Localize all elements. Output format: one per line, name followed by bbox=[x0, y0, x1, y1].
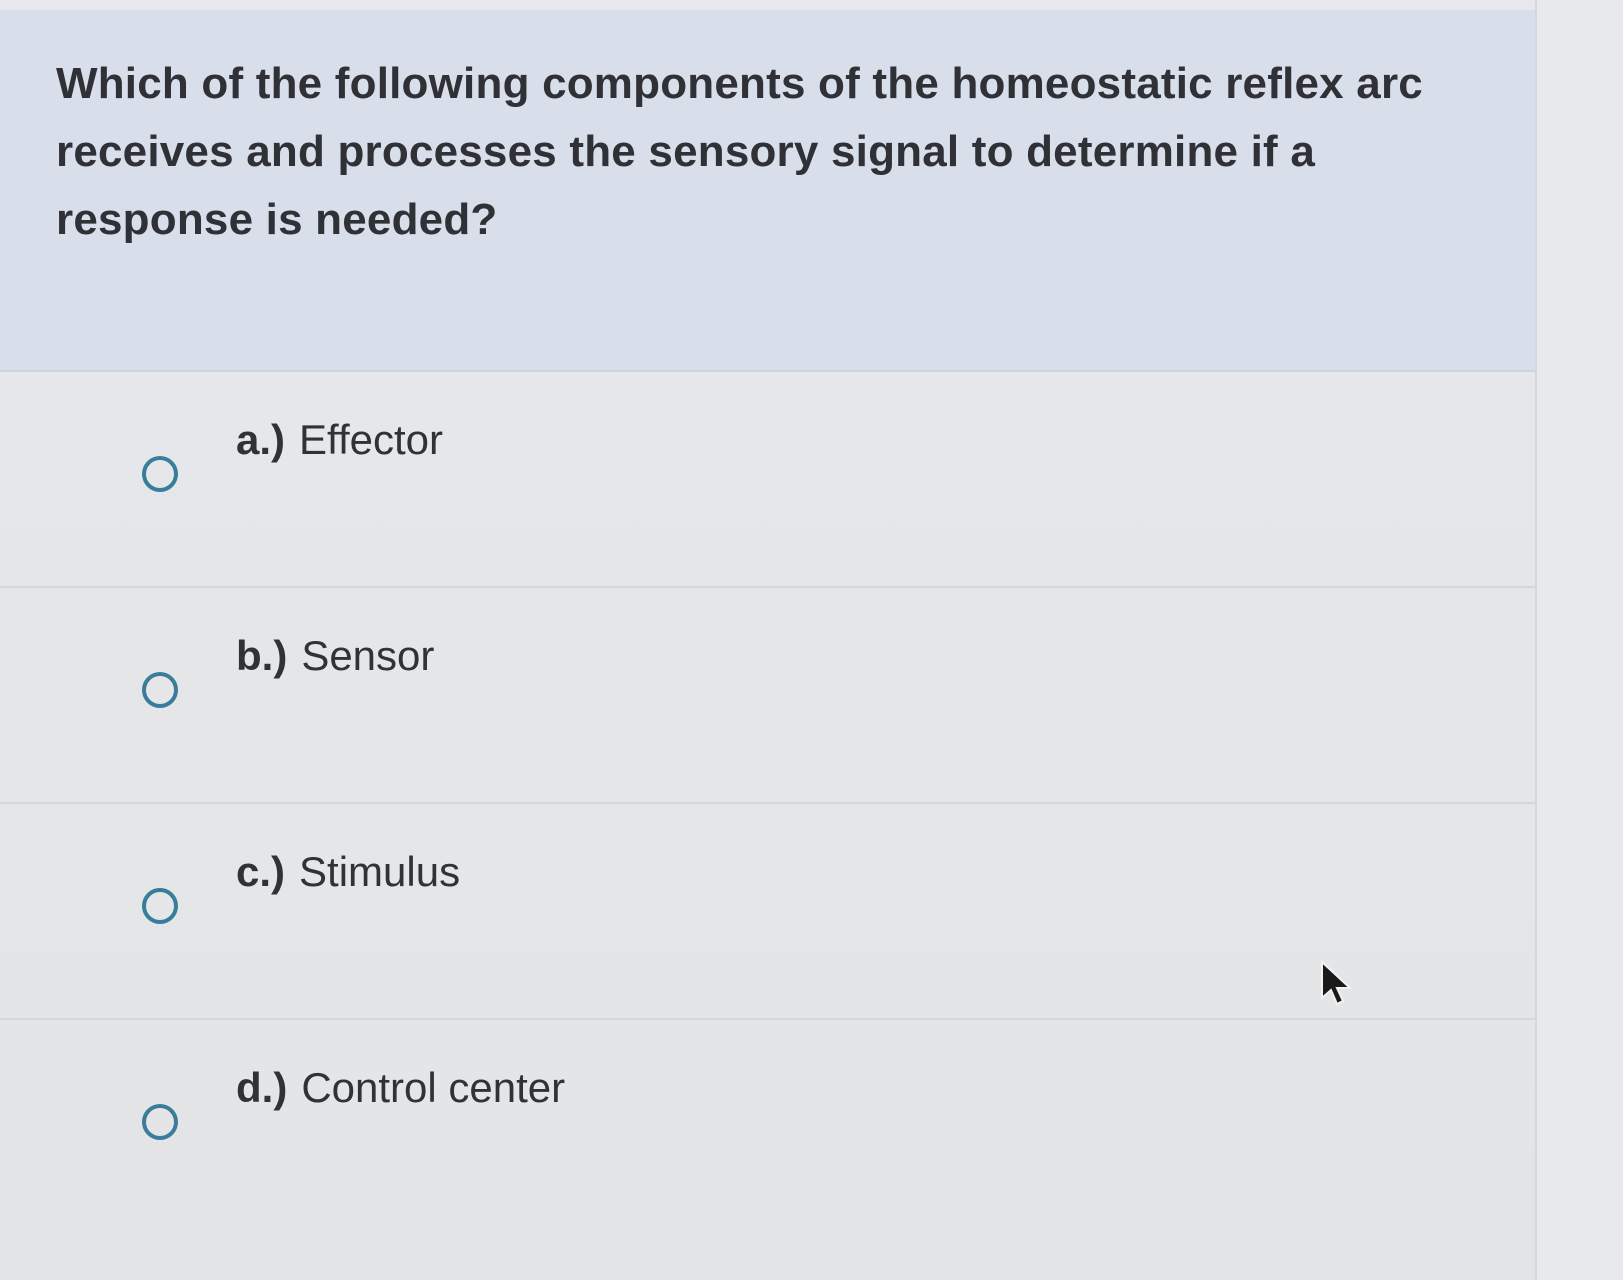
radio-unselected-icon[interactable] bbox=[142, 672, 178, 708]
quiz-page: Which of the following components of the… bbox=[0, 0, 1623, 1280]
answer-option-label: c.) Stimulus bbox=[236, 848, 460, 896]
answer-option-label: d.) Control center bbox=[236, 1064, 565, 1112]
radio-unselected-icon[interactable] bbox=[142, 888, 178, 924]
answer-option-letter: c.) bbox=[236, 848, 286, 895]
answer-option-label: b.) Sensor bbox=[236, 632, 434, 680]
answer-option-a[interactable]: a.) Effector bbox=[0, 372, 1535, 588]
question-text: Which of the following components of the… bbox=[56, 59, 1423, 244]
mouse-pointer-icon bbox=[1321, 960, 1353, 1006]
answer-option-text: Sensor bbox=[301, 632, 435, 679]
answer-option-label: a.) Effector bbox=[236, 416, 443, 464]
answer-option-d[interactable]: d.) Control center bbox=[0, 1020, 1535, 1280]
answer-option-text: Effector bbox=[299, 416, 443, 463]
right-edge-panel bbox=[1535, 0, 1623, 1280]
answer-option-c[interactable]: c.) Stimulus bbox=[0, 804, 1535, 1020]
radio-unselected-icon[interactable] bbox=[142, 456, 178, 492]
answer-option-letter: a.) bbox=[236, 416, 286, 463]
answer-option-b[interactable]: b.) Sensor bbox=[0, 588, 1535, 804]
answer-options: a.) Effector b.) Sensor c.) Stimulus d.) Con… bbox=[0, 372, 1535, 1280]
answer-option-letter: d.) bbox=[236, 1064, 288, 1111]
question-panel: Which of the following components of the… bbox=[0, 10, 1535, 372]
radio-unselected-icon[interactable] bbox=[142, 1104, 178, 1140]
answer-option-text: Control center bbox=[301, 1064, 566, 1111]
answer-option-letter: b.) bbox=[236, 632, 288, 679]
answer-option-text: Stimulus bbox=[299, 848, 461, 895]
